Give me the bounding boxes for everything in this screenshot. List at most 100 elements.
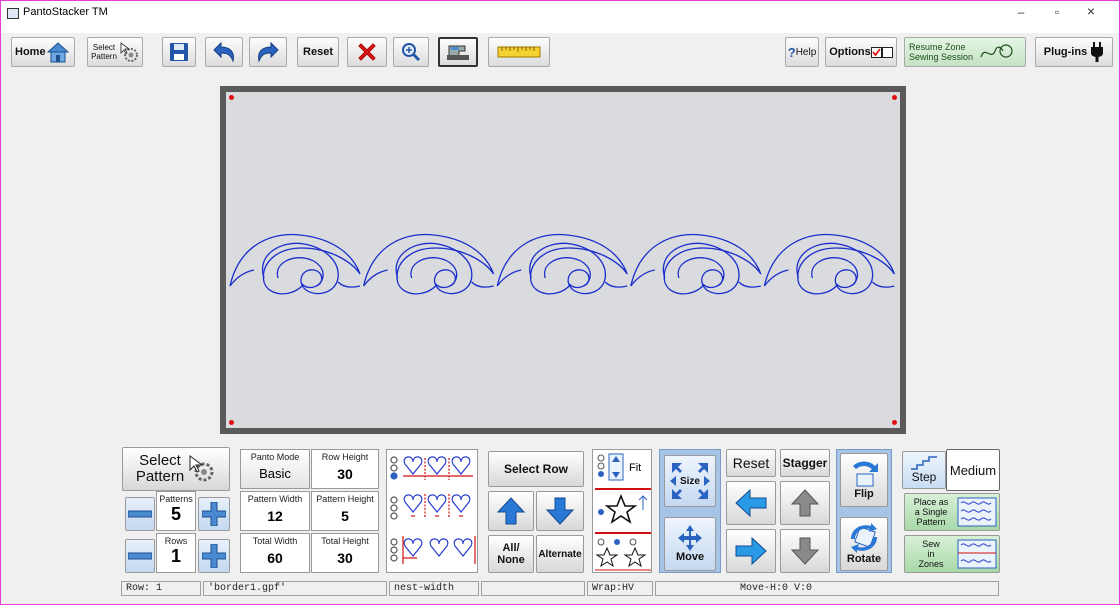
swirl-motif[interactable] <box>229 233 361 295</box>
house-icon <box>46 42 69 63</box>
patterns-decrease-button[interactable] <box>125 497 155 531</box>
save-button[interactable] <box>162 37 196 67</box>
rows-count-field[interactable]: Rows 1 <box>156 533 196 573</box>
move-button[interactable]: Move <box>664 517 716 571</box>
row-height-field[interactable]: Row Height 30 <box>311 449 379 489</box>
patterns-count-field[interactable]: Patterns 5 <box>156 491 196 531</box>
redo-arrow-icon <box>258 41 279 63</box>
options-button[interactable]: Options <box>825 37 897 67</box>
alternate-button[interactable]: Alternate <box>536 535 584 573</box>
title-bar: PantoStacker TM – ▫ × <box>1 1 1119 33</box>
all-none-line2: None <box>497 554 525 566</box>
row-up-button[interactable] <box>488 491 534 531</box>
step-size-medium[interactable]: Medium <box>946 449 1000 491</box>
fit-tools-group: Fit <box>592 449 652 573</box>
zoom-button[interactable] <box>393 37 429 67</box>
row-down-button[interactable] <box>536 491 584 531</box>
ruler-icon <box>497 46 541 58</box>
quilt-canvas-frame <box>220 86 906 434</box>
undo-button[interactable] <box>205 37 243 67</box>
question-mark-icon: ? <box>787 44 796 60</box>
select-pattern-label-2: Pattern <box>135 468 185 485</box>
status-wrap: Wrap:HV <box>587 581 653 596</box>
maximize-button[interactable]: ▫ <box>1042 5 1072 19</box>
position-reset-button[interactable]: Reset <box>726 449 776 477</box>
flip-label: Flip <box>854 488 874 500</box>
arrow-down-icon <box>545 497 575 525</box>
row-height-label: Row Height <box>321 452 369 462</box>
stairs-icon <box>911 456 937 470</box>
checkbox-empty-icon <box>881 46 893 58</box>
size-button[interactable]: Size <box>664 455 716 507</box>
close-window-button[interactable]: × <box>1076 3 1106 19</box>
toolbar-reset-button[interactable]: Reset <box>297 37 339 67</box>
clear-button[interactable] <box>347 37 387 67</box>
home-label: Home <box>15 46 46 58</box>
pattern-height-value: 5 <box>341 508 349 524</box>
sewing-machine-icon <box>447 45 469 60</box>
panto-mode-value: Basic <box>259 466 291 481</box>
total-width-label: Total Width <box>252 536 298 546</box>
nudge-left-button[interactable] <box>726 481 776 525</box>
rows-increase-button[interactable] <box>198 539 230 573</box>
patterns-label: Patterns <box>159 494 193 504</box>
total-height-field[interactable]: Total Height 30 <box>311 533 379 573</box>
main-toolbar: Home Select Pattern Reset ? Help Options… <box>1 33 1119 73</box>
pattern-width-value: 12 <box>267 508 283 524</box>
status-file: 'border1.gpf' <box>203 581 387 596</box>
resume-zone-button[interactable]: Resume Zone Sewing Session <box>904 37 1026 67</box>
pattern-height-label: Pattern Height <box>316 494 374 504</box>
status-move: Move-H:0 V:0 <box>655 581 999 596</box>
nudge-down-button[interactable] <box>780 529 830 573</box>
pattern-height-field[interactable]: Pattern Height 5 <box>311 491 379 531</box>
sew-in-zones-button[interactable]: Sew in Zones <box>904 535 1000 573</box>
pattern-row[interactable] <box>226 92 900 428</box>
step-button[interactable]: Step <box>902 451 946 489</box>
rows-decrease-button[interactable] <box>125 539 155 573</box>
home-button[interactable]: Home <box>11 37 75 67</box>
select-pattern-button[interactable]: Select Pattern <box>122 447 230 491</box>
help-label: Help <box>795 46 817 58</box>
quilt-canvas[interactable] <box>226 92 900 428</box>
rotate-icon <box>851 523 877 553</box>
placement-options-icon <box>390 456 476 564</box>
swirl-motif[interactable] <box>362 233 495 295</box>
place-single-pattern-button[interactable]: Place as a Single Pattern <box>904 493 1000 531</box>
ruler-button[interactable] <box>488 37 550 67</box>
redo-button[interactable] <box>249 37 287 67</box>
flip-button[interactable]: Flip <box>840 453 888 507</box>
plus-icon <box>202 544 226 568</box>
select-row-button[interactable]: Select Row <box>488 451 584 487</box>
nudge-right-button[interactable] <box>726 529 776 573</box>
move-label: Move <box>675 551 705 563</box>
stagger-button[interactable]: Stagger <box>780 449 830 477</box>
place-single-line3: Pattern <box>916 517 946 527</box>
toolbar-select-pattern-button[interactable]: Select Pattern <box>87 37 143 67</box>
status-mode: nest-width <box>389 581 479 596</box>
total-width-field[interactable]: Total Width 60 <box>240 533 310 573</box>
options-label: Options <box>829 46 871 58</box>
minimize-button[interactable]: – <box>1006 5 1036 19</box>
machine-button[interactable] <box>438 37 478 67</box>
panto-mode-field[interactable]: Panto Mode Basic <box>240 449 310 489</box>
all-none-button[interactable]: All/None <box>488 535 534 573</box>
total-height-label: Total Height <box>321 536 369 546</box>
patterns-increase-button[interactable] <box>198 497 230 531</box>
swirl-motif[interactable] <box>763 233 896 295</box>
sew-zones-line3: Zones <box>918 559 944 569</box>
pointer-gear-icon <box>120 42 138 62</box>
help-button[interactable]: ? Help <box>785 37 819 67</box>
rotate-button[interactable]: Rotate <box>840 517 888 571</box>
app-window: PantoStacker TM – ▫ × Home Select Pattern… <box>0 0 1120 605</box>
nudge-up-button[interactable] <box>780 481 830 525</box>
swirl-motif[interactable] <box>496 233 628 295</box>
step-label: Step <box>911 470 937 484</box>
pattern-width-field[interactable]: Pattern Width 12 <box>240 491 310 531</box>
total-width-value: 60 <box>267 550 283 566</box>
status-blank <box>481 581 585 596</box>
minus-icon <box>128 552 152 560</box>
swirl-motif[interactable] <box>630 233 762 295</box>
plugins-button[interactable]: Plug-ins <box>1035 37 1113 67</box>
fit-label: Fit <box>629 462 642 474</box>
pointer-gear-icon <box>189 455 214 482</box>
